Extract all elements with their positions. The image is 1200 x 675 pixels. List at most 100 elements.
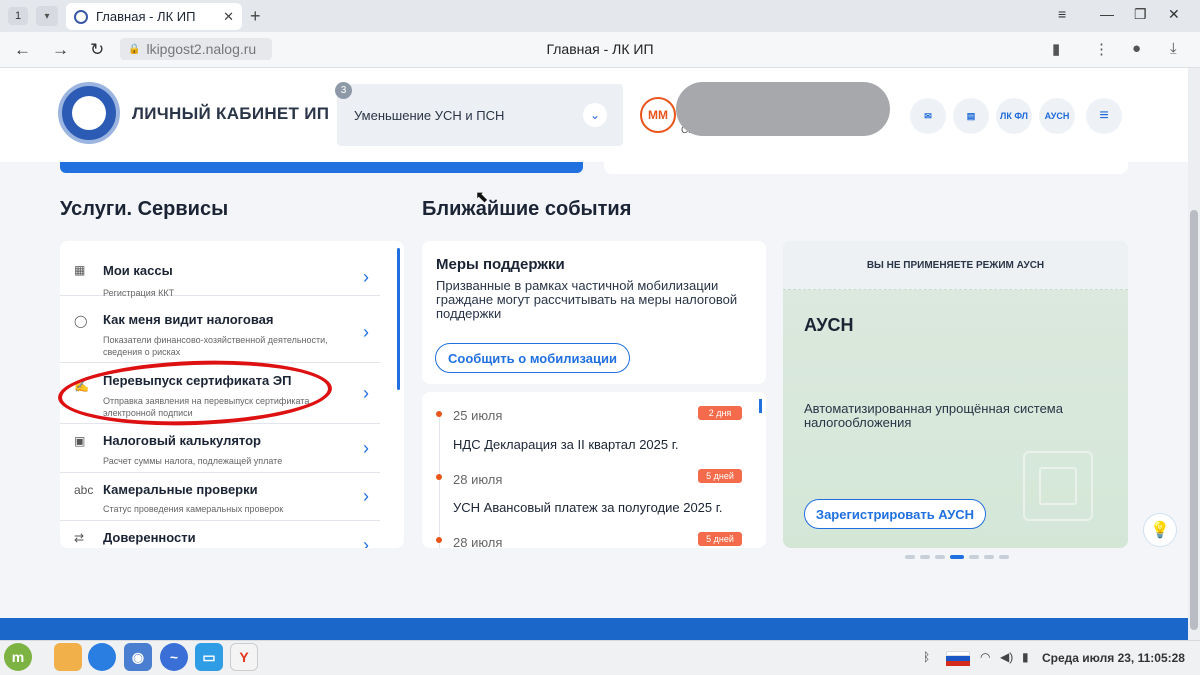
- events-scrollbar[interactable]: [759, 399, 762, 413]
- chat-icon[interactable]: ▤: [953, 98, 989, 134]
- avatar[interactable]: ММ: [640, 97, 676, 133]
- bookmark-icon[interactable]: ▮: [1052, 40, 1060, 58]
- back-icon[interactable]: ←: [14, 40, 31, 60]
- hamburger-menu-icon[interactable]: ≡: [1086, 98, 1122, 134]
- menu-icon[interactable]: ≡: [1058, 6, 1066, 22]
- service-item-doverennosti[interactable]: ⇄ Доверенности ›: [60, 521, 380, 548]
- cash-register-icon: ▦: [74, 263, 86, 277]
- service-title: Камеральные проверки: [103, 482, 258, 497]
- chevron-right-icon: ›: [363, 322, 369, 342]
- carousel-dot-active[interactable]: [950, 555, 964, 559]
- ausn-button[interactable]: АУСН: [1039, 98, 1075, 134]
- clock[interactable]: Среда июля 23, 11:05:28: [1042, 651, 1185, 665]
- banner-edge: [60, 162, 583, 173]
- messenger-icon[interactable]: ~: [160, 643, 188, 671]
- service-desc: Статус проведения камеральных проверок: [103, 504, 284, 514]
- minimize-icon[interactable]: —: [1100, 6, 1114, 22]
- handshake-icon: ⇄: [74, 531, 85, 545]
- event-date: 28 июля: [453, 472, 503, 487]
- chat-app-icon[interactable]: ▭: [195, 643, 223, 671]
- card-edge: [604, 162, 1128, 174]
- chevron-down-icon[interactable]: ⌄: [583, 103, 607, 127]
- url-text: lkipgost2.nalog.ru: [146, 41, 257, 57]
- close-tab-icon[interactable]: ✕: [223, 9, 234, 25]
- service-desc: Показатели финансово-хозяйственной деяте…: [103, 335, 328, 357]
- reload-icon[interactable]: ↻: [90, 40, 104, 60]
- page-scrollbar-thumb[interactable]: [1190, 210, 1198, 630]
- timeline-dot: [436, 537, 442, 543]
- lightbulb-icon[interactable]: 💡: [1143, 513, 1177, 547]
- files-icon[interactable]: [54, 643, 82, 671]
- chevron-right-icon: ›: [363, 383, 369, 403]
- mail-icon[interactable]: ✉: [910, 98, 946, 134]
- keyboard-layout-flag-icon[interactable]: [946, 651, 970, 666]
- fns-logo[interactable]: [58, 82, 120, 144]
- selector-value[interactable]: Уменьшение УСН и ПСН: [354, 108, 504, 123]
- battery-icon[interactable]: ▮: [1022, 650, 1029, 664]
- days-badge: 2 дня: [698, 406, 742, 420]
- event-date: 28 июля: [453, 535, 503, 548]
- event-date: 25 июля: [453, 408, 503, 423]
- chevron-right-icon: ›: [363, 535, 369, 548]
- ausn-header: ВЫ НЕ ПРИМЕНЯЕТЕ РЕЖИМ АУСН: [783, 241, 1128, 290]
- carousel-dot[interactable]: [935, 555, 945, 559]
- timeline-dot: [436, 474, 442, 480]
- events-title: Ближайшие события: [422, 198, 632, 220]
- abc-check-icon: abc: [74, 483, 94, 497]
- service-item-kassy[interactable]: ▦ Мои кассы Регистрация ККТ ›: [60, 241, 380, 298]
- tab-counter[interactable]: 1: [8, 7, 28, 25]
- lk-fl-button[interactable]: ЛК ФЛ: [996, 98, 1032, 134]
- events-card: 25 июля 2 дня НДС Декларация за II кварт…: [422, 392, 766, 548]
- chevron-right-icon: ›: [363, 486, 369, 506]
- ausn-card: ВЫ НЕ ПРИМЕНЯЕТЕ РЕЖИМ АУСН АУСН Автомат…: [783, 241, 1128, 548]
- volume-icon[interactable]: ◀): [1000, 650, 1013, 664]
- calculator-icon: ▣: [74, 434, 86, 448]
- event-title[interactable]: НДС Декларация за II квартал 2025 г.: [453, 437, 679, 452]
- days-badge: 5 дней: [698, 469, 742, 483]
- service-item-nalog-view[interactable]: ◯ Как меня видит налоговая Показатели фи…: [60, 296, 380, 363]
- carousel-dot[interactable]: [920, 555, 930, 559]
- mint-menu-icon[interactable]: m: [4, 643, 32, 671]
- page-title: Главная - ЛК ИП: [546, 41, 654, 57]
- person-search-icon: ◯: [74, 314, 88, 328]
- tab-main[interactable]: Главная - ЛК ИП ✕: [66, 3, 242, 30]
- service-title: Налоговый калькулятор: [103, 433, 261, 448]
- register-ausn-button[interactable]: Зарегистрировать АУСН: [804, 499, 986, 529]
- event-title[interactable]: УСН Авансовый платеж за полугодие 2025 г…: [453, 500, 723, 515]
- support-text: Призванные в рамках частичной мобилизаци…: [436, 278, 738, 321]
- download-icon[interactable]: ⤓: [1170, 40, 1177, 57]
- support-title: Меры поддержки: [436, 256, 565, 273]
- lock-icon: 🔒: [128, 43, 141, 55]
- carousel-dots[interactable]: [905, 555, 1009, 559]
- service-item-kameralnye[interactable]: abc Камеральные проверки Статус проведен…: [60, 473, 380, 521]
- support-card: Меры поддержки Призванные в рамках части…: [422, 241, 766, 384]
- maximize-icon[interactable]: ❐: [1134, 6, 1147, 23]
- services-scrollbar[interactable]: [397, 248, 400, 390]
- carousel-dot[interactable]: [999, 555, 1009, 559]
- service-title: Доверенности: [103, 530, 196, 545]
- chevron-right-icon: ›: [363, 438, 369, 458]
- carousel-dot[interactable]: [969, 555, 979, 559]
- service-item-calculator[interactable]: ▣ Налоговый калькулятор Расчет суммы нал…: [60, 424, 380, 473]
- close-window-icon[interactable]: ✕: [1168, 6, 1180, 23]
- report-mobilization-button[interactable]: Сообщить о мобилизации: [435, 343, 630, 373]
- yandex-browser-icon[interactable]: Y: [230, 643, 258, 671]
- forward-icon[interactable]: →: [52, 40, 69, 60]
- days-badge: 5 дней: [698, 532, 742, 546]
- carousel-dot[interactable]: [905, 555, 915, 559]
- more-icon[interactable]: ⋮: [1094, 40, 1109, 58]
- chromium-icon[interactable]: [88, 643, 116, 671]
- chevron-down-icon[interactable]: ▾: [36, 6, 58, 26]
- extension-icon[interactable]: ●: [1132, 40, 1141, 57]
- carousel-dot[interactable]: [984, 555, 994, 559]
- ausn-title: АУСН: [804, 315, 854, 335]
- url-field[interactable]: 🔒 lkipgost2.nalog.ru: [120, 38, 272, 60]
- camera-app-icon[interactable]: ◉: [124, 643, 152, 671]
- wifi-icon[interactable]: ◠: [980, 650, 990, 664]
- new-tab-icon[interactable]: +: [250, 6, 261, 27]
- services-title: Услуги. Сервисы: [60, 198, 229, 220]
- brand-title[interactable]: ЛИЧНЫЙ КАБИНЕТ ИП: [132, 104, 329, 124]
- bluetooth-icon[interactable]: ᛒ: [923, 650, 930, 664]
- chevron-right-icon: ›: [363, 267, 369, 287]
- ausn-text: Автоматизированная упрощённая система на…: [804, 401, 1063, 430]
